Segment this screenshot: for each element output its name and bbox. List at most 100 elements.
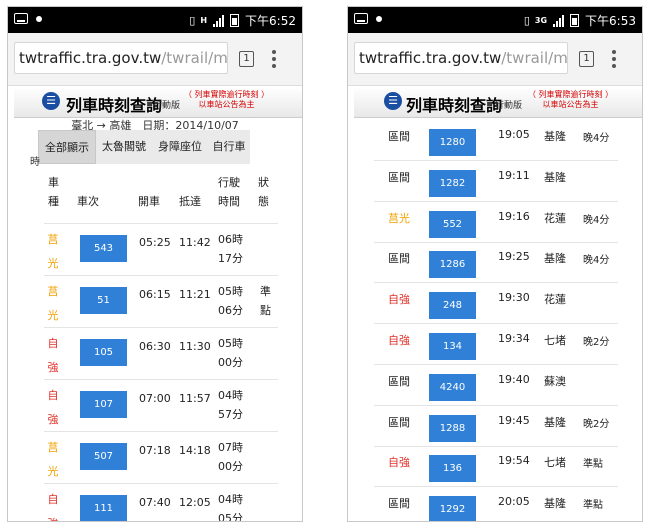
- header-train-type: 車種: [48, 176, 59, 208]
- train-number-badge[interactable]: 136: [429, 455, 476, 482]
- row-divider: [44, 483, 278, 484]
- row-divider: [44, 379, 278, 380]
- destination: 七堵: [544, 334, 566, 347]
- train-number-badge[interactable]: 1280: [429, 129, 476, 156]
- notification-dot-icon: [376, 15, 382, 22]
- tab-show-all[interactable]: 全部顯示: [38, 130, 96, 164]
- network-type-indicator: H: [200, 15, 208, 25]
- train-number-badge[interactable]: 4240: [429, 374, 476, 401]
- row-divider: [374, 486, 618, 487]
- url-bar[interactable]: twtraffic.tra.gov.tw/twrail/mobil: [14, 42, 228, 74]
- row-divider: [374, 323, 618, 324]
- train-type-label: 莒光: [47, 441, 59, 478]
- departure-time: 20:05: [498, 495, 530, 508]
- tab-bicycle[interactable]: 自行車: [208, 130, 251, 164]
- delay-status: 準點: [583, 500, 603, 511]
- travel-duration: 05時 06分: [218, 285, 243, 317]
- destination: 基隆: [544, 130, 566, 143]
- departure-time: 19:05: [498, 128, 530, 141]
- train-type-label: 自強: [388, 334, 410, 347]
- tab-switcher-icon[interactable]: 1: [239, 51, 254, 67]
- status-time: 下午6:53: [585, 14, 636, 28]
- network-type-indicator: 3G: [534, 15, 548, 25]
- train-number-badge[interactable]: 248: [429, 292, 476, 319]
- train-number-badge[interactable]: 543: [80, 235, 127, 262]
- departure-time: 06:30: [139, 340, 171, 353]
- vibrate-icon: ▯: [189, 14, 195, 27]
- arrival-time: 11:57: [179, 392, 211, 405]
- train-number-badge[interactable]: 134: [429, 333, 476, 360]
- page-title: 列車時刻查詢: [406, 96, 503, 115]
- overflow-menu-icon[interactable]: [272, 50, 276, 68]
- delay-status: 晚4分: [583, 255, 610, 266]
- train-type-label: 自強: [388, 293, 410, 306]
- departure-time: 19:16: [498, 210, 530, 223]
- row-divider: [374, 282, 618, 283]
- overflow-menu-icon[interactable]: [612, 50, 616, 68]
- departure-time: 19:40: [498, 373, 530, 386]
- destination: 基隆: [544, 497, 566, 510]
- header-departure: 開車: [138, 195, 160, 208]
- train-number-badge[interactable]: 1292: [429, 496, 476, 521]
- destination: 花蓮: [544, 293, 566, 306]
- row-divider: [44, 223, 278, 224]
- tab-taroko[interactable]: 太魯閣號: [96, 130, 153, 164]
- train-number-badge[interactable]: 51: [80, 287, 127, 314]
- destination: 基隆: [544, 416, 566, 429]
- header-status: 狀態: [258, 176, 269, 208]
- destination: 蘇澳: [544, 375, 566, 388]
- train-type-label: 區間: [388, 497, 410, 510]
- schedule-notice: （ 列車實際逾行時刻 ）以車站公告為主: [528, 90, 614, 109]
- train-number-badge[interactable]: 1286: [429, 251, 476, 278]
- departure-time: 07:40: [139, 496, 171, 509]
- departure-time: 19:30: [498, 291, 530, 304]
- departure-time: 19:11: [498, 169, 530, 182]
- train-type-label: 自強: [47, 493, 59, 521]
- browser-toolbar: twtraffic.tra.gov.tw/twrail/mobil 1: [348, 33, 642, 86]
- departure-time: 19:34: [498, 332, 530, 345]
- phone-screen-left: ▯ H 下午6:52 twtraffic.tra.gov.tw/twrail/m…: [7, 6, 303, 522]
- train-type-label: 自強: [47, 389, 59, 426]
- url-path: /twrail/mobil: [501, 49, 568, 67]
- railway-logo-icon: ☰: [384, 92, 402, 110]
- vibrate-icon: ▯: [523, 14, 530, 27]
- travel-duration: 05時 00分: [218, 337, 243, 369]
- tab-accessible-seat[interactable]: 身障座位: [152, 130, 209, 164]
- train-number-badge[interactable]: 105: [80, 339, 127, 366]
- row-divider: [374, 242, 618, 243]
- delay-status: 晚4分: [583, 133, 610, 144]
- train-number-badge[interactable]: 1282: [429, 170, 476, 197]
- url-path: /twrail/mobil: [161, 49, 228, 67]
- train-number-badge[interactable]: 552: [429, 211, 476, 238]
- keyboard-icon: [354, 13, 368, 24]
- destination: 七堵: [544, 456, 566, 469]
- status-text: 準點: [260, 285, 271, 317]
- site-banner: ☰ 列車時刻查詢 行動版 （ 列車實際逾行時刻 ）以車站公告為主: [354, 87, 642, 118]
- header-train-number: 車次: [77, 195, 99, 208]
- mobile-version-label: 行動版: [495, 101, 523, 111]
- delay-status: 準點: [583, 459, 603, 470]
- truncated-label: 時: [30, 157, 40, 168]
- url-bar[interactable]: twtraffic.tra.gov.tw/twrail/mobil: [354, 42, 568, 74]
- tab-switcher-icon[interactable]: 1: [579, 51, 594, 67]
- url-host: twtraffic.tra.gov.tw: [359, 49, 502, 67]
- train-number-badge[interactable]: 507: [80, 443, 127, 470]
- train-number-badge[interactable]: 107: [80, 391, 127, 418]
- departure-time: 19:45: [498, 414, 530, 427]
- arrival-time: 11:30: [179, 340, 211, 353]
- train-number-badge[interactable]: 1288: [429, 415, 476, 442]
- status-time: 下午6:52: [245, 14, 296, 28]
- departure-time: 07:18: [139, 444, 171, 457]
- delay-status: 晚2分: [583, 419, 610, 430]
- delay-status: 晚2分: [583, 337, 610, 348]
- departure-time: 07:00: [139, 392, 171, 405]
- travel-duration: 06時 17分: [218, 233, 243, 265]
- phone-screen-right: ▯ 3G 下午6:53 twtraffic.tra.gov.tw/twrail/…: [347, 6, 643, 522]
- row-divider: [374, 201, 618, 202]
- mobile-version-label: 行動版: [153, 101, 181, 111]
- railway-logo-icon: ☰: [42, 92, 60, 110]
- train-type-label: 自強: [47, 337, 59, 374]
- travel-duration: 07時 00分: [218, 441, 243, 473]
- train-number-badge[interactable]: 111: [80, 495, 127, 521]
- row-divider: [374, 364, 618, 365]
